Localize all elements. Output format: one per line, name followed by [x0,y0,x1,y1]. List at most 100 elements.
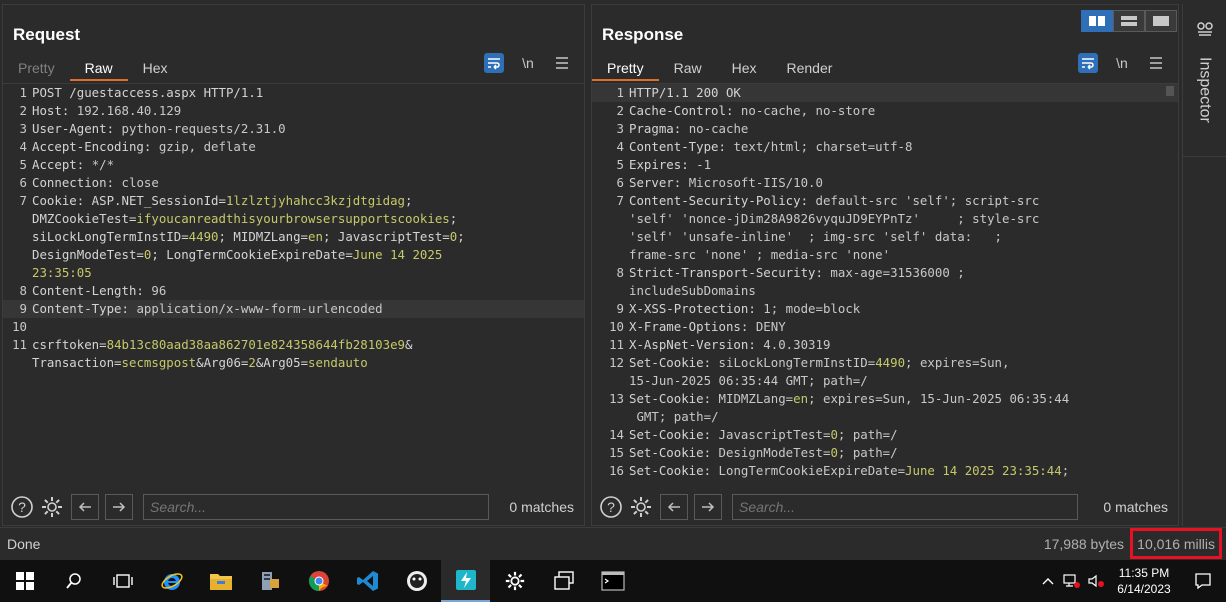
taskbar-clock[interactable]: 11:35 PM 6/14/2023 [1108,565,1180,597]
file-explorer-icon[interactable] [196,560,245,602]
code-line: 11 csrftoken=84b13c80aad38aa862701e824358… [3,336,584,372]
code-line: 3 Pragma: no-cache [592,120,1178,138]
tab-raw[interactable]: Raw [69,57,128,81]
vscode-icon[interactable] [343,560,392,602]
code-line: 16 Set-Cookie: LongTermCookieExpireDate=J… [592,462,1178,480]
wrap-lines-icon[interactable] [484,53,504,73]
line-number: 13 [609,391,624,406]
token: ; JavascriptTest= [322,229,450,244]
response-title: Response [602,25,684,44]
svg-text:?: ? [18,499,26,515]
token: User-Agent: [32,121,122,136]
line-number: 9 [616,301,624,316]
line-text: Set-Cookie: MIDMZLang=en; expires=Sun, 1… [626,390,1178,426]
line-number: 12 [609,355,624,370]
token: Expires: [629,157,697,172]
settings-gear-taskbar-icon[interactable] [490,560,539,602]
line-number: 9 [19,301,27,316]
token: 4.0.30319 [763,337,831,352]
tabbed-layout-button[interactable] [1145,10,1177,32]
chevron-up-icon[interactable] [1036,560,1060,602]
search-icon[interactable] [49,560,98,602]
line-number: 4 [19,139,27,154]
status-text: Done [7,536,41,552]
request-editor[interactable]: 1 POST /guestaccess.aspx HTTP/1.1 2 Host: 1… [3,83,584,486]
response-size: 17,988 bytes [1043,536,1124,552]
token: Strict-Transport-Security: [629,265,831,280]
previous-match-button[interactable] [660,494,688,520]
network-icon[interactable] [1060,560,1084,602]
code-line: 3 User-Agent: python-requests/2.31.0 [3,120,584,138]
scrollbar-thumb[interactable] [1166,86,1174,96]
start-button[interactable] [0,560,49,602]
split-vertical-layout-button[interactable] [1113,10,1145,32]
response-search-input[interactable] [732,494,1078,520]
line-number: 1 [616,85,624,100]
tab-pretty[interactable]: Pretty [592,57,659,81]
line-text: Host: 192.168.40.129 [29,102,584,120]
token: no-cache [688,121,749,136]
next-match-button[interactable] [105,494,133,520]
settings-gear-icon[interactable] [628,494,654,520]
token: ; [1061,463,1070,478]
show-newlines-toggle[interactable]: \n [518,53,538,73]
inspector-sidebar-tab[interactable]: Inspector [1182,4,1226,156]
split-horizontal-layout-button[interactable] [1081,10,1113,32]
line-number: 11 [12,337,27,352]
previous-match-button[interactable] [71,494,99,520]
windows-stack-icon[interactable] [539,560,588,602]
response-editor[interactable]: 1 HTTP/1.1 200 OK 2 Cache-Control: no-cache… [592,83,1178,486]
tab-hex[interactable]: Hex [717,57,772,81]
server-manager-icon[interactable] [245,560,294,602]
tab-hex[interactable]: Hex [128,57,183,81]
tab-render[interactable]: Render [772,57,848,81]
line-text [29,318,584,336]
token: Cache-Control: [629,103,741,118]
code-line: 2 Cache-Control: no-cache, no-store [592,102,1178,120]
token: Set-Cookie: [629,445,719,460]
wrap-lines-icon[interactable] [1078,53,1098,73]
line-text: Accept-Encoding: gzip, deflate [29,138,584,156]
token: en [793,391,809,406]
token: POST /guestaccess.aspx HTTP/1.1 [32,85,264,100]
token: siLockLongTermInstID= [718,355,876,370]
show-newlines-toggle[interactable]: \n [1112,53,1132,73]
command-prompt-icon[interactable] [588,560,637,602]
token: 96 [151,283,167,298]
burp-suite-icon[interactable] [441,560,490,602]
response-match-count: 0 matches [1103,499,1168,515]
token: Set-Cookie: [629,391,719,406]
line-number: 7 [616,193,624,208]
line-text: Accept: */* [29,156,584,174]
tab-pretty[interactable]: Pretty [3,57,70,81]
token: 4490 [188,229,219,244]
token: Host: [32,103,77,118]
token: JavascriptTest= [718,427,831,442]
response-toolbar: \n [1078,53,1166,73]
token: ifyoucanreadthisyourbrowsersupportscooki… [136,211,450,226]
volume-muted-icon[interactable] [1084,560,1108,602]
request-pane: Request Pretty Raw Hex \n 1 POST /guestacce… [2,4,585,526]
menu-icon[interactable] [552,53,572,73]
internet-explorer-icon[interactable] [147,560,196,602]
request-title: Request [13,25,81,44]
tab-raw[interactable]: Raw [659,57,717,81]
help-icon[interactable]: ? [9,494,35,520]
code-line: 4 Accept-Encoding: gzip, deflate [3,138,584,156]
line-text: Set-Cookie: DesignModeTest=0; path=/ [626,444,1178,462]
python-idle-icon[interactable] [392,560,441,602]
token: X-AspNet-Version: [629,337,764,352]
menu-icon[interactable] [1146,53,1166,73]
line-number: 10 [609,319,624,334]
next-match-button[interactable] [694,494,722,520]
task-view-icon[interactable] [98,560,147,602]
response-search-bar: ? 0 matches [592,490,1178,524]
help-icon[interactable]: ? [598,494,624,520]
request-search-input[interactable] [143,494,489,520]
chrome-icon[interactable] [294,560,343,602]
request-match-count: 0 matches [509,499,574,515]
code-line: 7 Content-Security-Policy: default-src 's… [592,192,1178,264]
token: en [308,229,323,244]
notifications-icon[interactable] [1180,560,1226,602]
settings-gear-icon[interactable] [39,494,65,520]
